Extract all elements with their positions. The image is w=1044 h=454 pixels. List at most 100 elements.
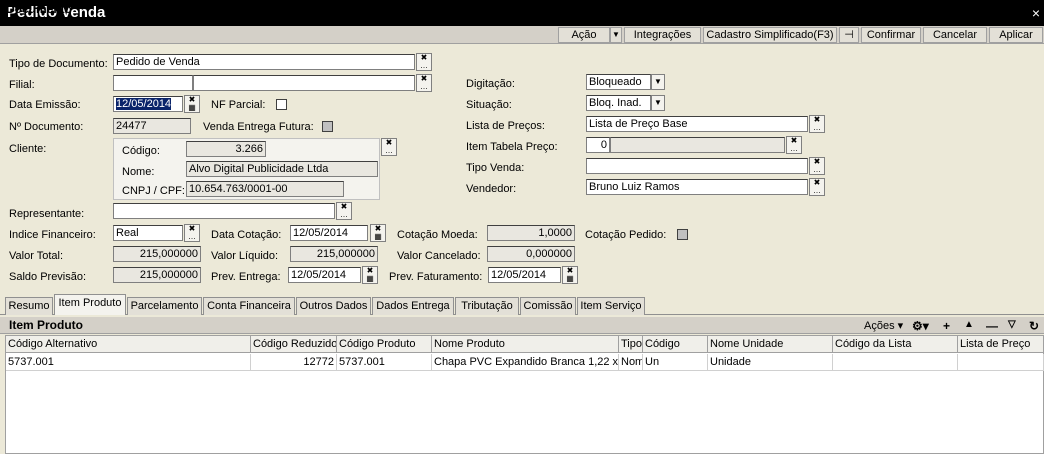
representante-label: Representante: (9, 208, 85, 220)
move-up-icon[interactable]: ▲ (964, 319, 974, 330)
data-emissao-field[interactable]: 12/05/2014 (113, 96, 183, 112)
add-icon[interactable]: + (943, 319, 950, 333)
filial-name-field[interactable] (193, 75, 415, 91)
tab-comissao[interactable]: Comissão (520, 297, 576, 315)
acoes-menu[interactable]: Ações ▾ (864, 319, 903, 332)
tab-outros-dados[interactable]: Outros Dados (296, 297, 371, 315)
acao-button[interactable]: Ação (558, 27, 610, 43)
table-cell[interactable] (833, 354, 958, 371)
tab-tributacao[interactable]: Tributação (455, 297, 519, 315)
table-cell[interactable]: Unidade (708, 354, 833, 371)
indice-lookup-buttons[interactable]: ✖… (184, 224, 200, 242)
chevron-down-icon[interactable]: ▼ (651, 95, 665, 111)
lista-precos-lookup[interactable]: ✖… (809, 115, 825, 133)
nf-parcial-label: NF Parcial: (211, 99, 266, 111)
tab-item-produto[interactable]: Item Produto (54, 294, 126, 315)
item-tabela-preco-name (610, 137, 785, 153)
valor-liquido-label: Valor Líquido: (211, 250, 279, 262)
tab-item-servico[interactable]: Item Serviço (577, 297, 645, 315)
ellipsis-icon[interactable]: … (382, 147, 396, 155)
ellipsis-icon[interactable]: … (417, 62, 431, 70)
ellipsis-icon[interactable]: … (810, 166, 824, 174)
cliente-lookup-buttons[interactable]: ✖… (381, 138, 397, 156)
table-cell[interactable]: Nom (619, 354, 643, 371)
column-header[interactable]: Código Reduzido (251, 336, 337, 353)
prev-faturamento-field[interactable]: 12/05/2014 (488, 267, 561, 283)
indice-financeiro-field[interactable]: Real (113, 225, 183, 241)
data-cotacao-calendar[interactable]: ✖ ▦ (370, 224, 386, 242)
table-cell[interactable]: Chapa PVC Expandido Branca 1,22 x 2 (432, 354, 619, 371)
ellipsis-icon[interactable]: … (810, 187, 824, 195)
cliente-codigo-field[interactable]: 3.266 (186, 141, 266, 157)
table-cell[interactable]: 5737.001 (337, 354, 432, 371)
column-header[interactable]: Nome Unidade (708, 336, 833, 353)
calendar-icon[interactable]: ▦ (363, 275, 377, 283)
column-header[interactable]: Código Alternativo (6, 336, 251, 353)
filter-icon[interactable]: ▽ (1008, 319, 1016, 330)
acoes-label: Ações (864, 320, 895, 332)
chevron-down-icon[interactable]: ▼ (651, 74, 665, 90)
item-tabela-lookup[interactable]: ✖… (786, 136, 802, 154)
tab-dados-entrega[interactable]: Dados Entrega (372, 297, 454, 315)
venda-entrega-futura-checkbox[interactable] (322, 121, 333, 132)
column-header[interactable]: Código Produto (337, 336, 432, 353)
remove-icon[interactable]: — (986, 319, 998, 333)
tipo-documento-field[interactable]: Pedido de Venda (113, 54, 415, 70)
ellipsis-icon[interactable]: … (810, 124, 824, 132)
cancelar-button[interactable]: Cancelar (923, 27, 987, 43)
cliente-label: Cliente: (9, 143, 47, 155)
digitacao-select[interactable]: Bloqueado (586, 74, 651, 90)
table-cell[interactable]: 12772 (251, 354, 337, 371)
table-cell[interactable]: Un (643, 354, 708, 371)
ellipsis-icon[interactable]: … (417, 83, 431, 91)
prev-faturamento-calendar[interactable]: ✖ ▦ (562, 266, 578, 284)
prev-entrega-field[interactable]: 12/05/2014 (288, 267, 361, 283)
ellipsis-icon[interactable]: … (787, 145, 801, 153)
tipo-venda-lookup[interactable]: ✖… (809, 157, 825, 175)
vendedor-field[interactable]: Bruno Luiz Ramos (586, 179, 808, 195)
tipo-venda-field[interactable] (586, 158, 808, 174)
cotacao-pedido-label: Cotação Pedido: (585, 229, 667, 241)
ellipsis-icon[interactable]: … (185, 233, 199, 241)
close-icon[interactable]: × (1032, 0, 1040, 26)
prev-entrega-calendar[interactable]: ✖ ▦ (362, 266, 378, 284)
confirmar-button[interactable]: Confirmar (861, 27, 921, 43)
valor-total-field: 215,000000 (113, 246, 201, 262)
filial-code-field[interactable] (113, 75, 193, 91)
calendar-buttons[interactable]: ✖ ▦ (184, 95, 200, 113)
data-cotacao-field[interactable]: 12/05/2014 (290, 225, 368, 241)
nf-parcial-checkbox[interactable] (276, 99, 287, 110)
column-header[interactable]: Tipo (619, 336, 643, 353)
acao-dropdown-icon[interactable]: ▼ (610, 27, 622, 43)
integracoes-button[interactable]: Integrações (624, 27, 701, 43)
ellipsis-icon[interactable]: … (337, 211, 351, 219)
tab-parcelamento[interactable]: Parcelamento (127, 297, 202, 315)
aplicar-button[interactable]: Aplicar (989, 27, 1043, 43)
column-header[interactable]: Nome Produto (432, 336, 619, 353)
representante-field[interactable] (113, 203, 335, 219)
cliente-cnpj-label: CNPJ / CPF: (122, 185, 185, 197)
refresh-icon[interactable]: ↻ (1029, 319, 1039, 333)
situacao-select[interactable]: Bloq. Inad. (586, 95, 651, 111)
cotacao-pedido-checkbox[interactable] (677, 229, 688, 240)
item-tabela-preco-code[interactable]: 0 (586, 137, 610, 153)
column-header[interactable]: Lista de Preço (958, 336, 1044, 353)
filial-lookup-buttons[interactable]: ✖… (416, 74, 432, 92)
calendar-icon[interactable]: ▦ (371, 233, 385, 241)
pin-icon[interactable]: ⊣ (839, 27, 859, 43)
settings-icon[interactable]: ⚙▾ (912, 319, 929, 333)
lookup-buttons[interactable]: ✖… (416, 53, 432, 71)
cadastro-simplificado-button[interactable]: Cadastro Simplificado(F3) (703, 27, 837, 43)
vendedor-lookup[interactable]: ✖… (809, 178, 825, 196)
cotacao-moeda-field[interactable]: 1,0000 (487, 225, 575, 241)
table-cell[interactable]: 5737.001 (6, 354, 251, 371)
tab-conta-financeira[interactable]: Conta Financeira (203, 297, 295, 315)
calendar-icon[interactable]: ▦ (185, 104, 199, 112)
column-header[interactable]: Código da Lista (833, 336, 958, 353)
column-header[interactable]: Código (643, 336, 708, 353)
representante-lookup-buttons[interactable]: ✖… (336, 202, 352, 220)
table-cell[interactable] (958, 354, 1044, 371)
tab-resumo[interactable]: Resumo (5, 297, 53, 315)
lista-precos-field[interactable]: Lista de Preço Base (586, 116, 808, 132)
calendar-icon[interactable]: ▦ (563, 275, 577, 283)
